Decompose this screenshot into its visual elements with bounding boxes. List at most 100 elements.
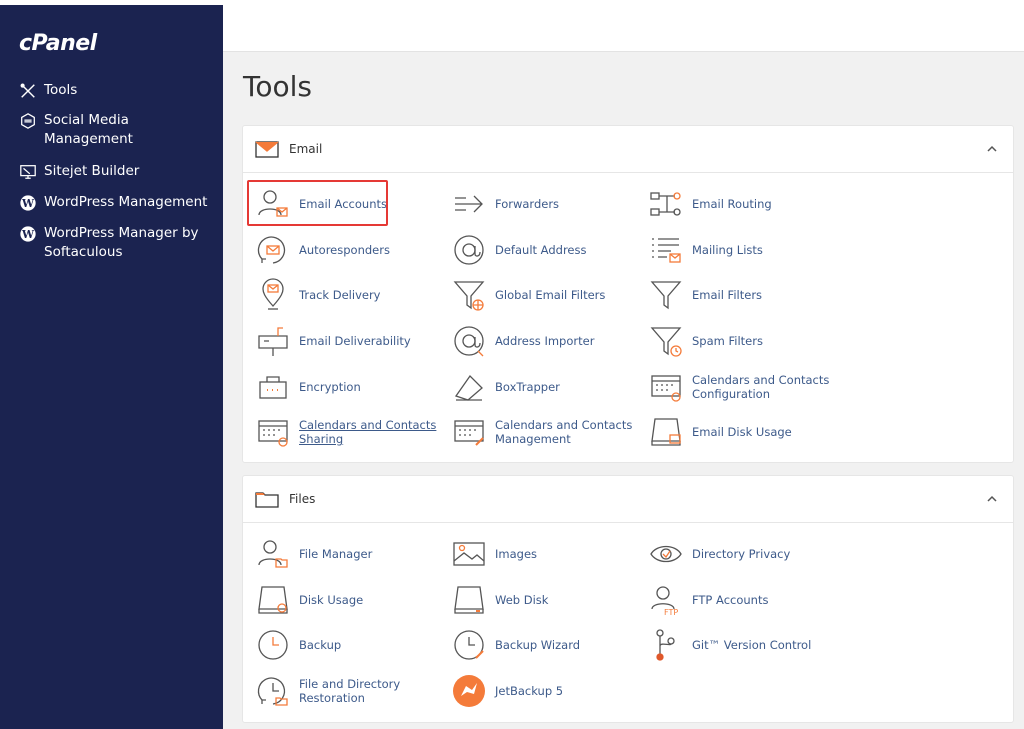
tool-label: Web Disk	[495, 593, 549, 607]
tool-email-disk-usage[interactable]: Email Disk Usage	[648, 414, 792, 450]
forwarders-icon	[451, 186, 487, 222]
tool-label: Address Importer	[495, 334, 595, 348]
top-bar	[223, 5, 1024, 52]
email-deliverability-icon	[255, 323, 291, 359]
svg-text:W: W	[21, 228, 35, 241]
wordpress-icon: W	[18, 224, 38, 244]
sidebar-item-label: Sitejet Builder	[44, 163, 140, 179]
tool-git-version-control[interactable]: Git™ Version Control	[648, 627, 811, 663]
page-title: Tools	[243, 70, 312, 103]
cpanel-logo[interactable]: cPanel	[19, 31, 97, 56]
sidebar-item-sitejet[interactable]: Sitejet Builder	[18, 162, 218, 182]
sidebar-item-label: Tools	[44, 82, 78, 98]
files-panel-header[interactable]: Files	[243, 476, 1013, 523]
tool-disk-usage[interactable]: Disk Usage	[255, 582, 363, 618]
tool-label: Track Delivery	[299, 288, 381, 302]
tool-label: Email Disk Usage	[692, 425, 792, 439]
envelope-icon	[255, 140, 279, 158]
tool-calendars-management[interactable]: Calendars and Contacts Management	[451, 414, 632, 450]
tool-web-disk[interactable]: Web Disk	[451, 582, 548, 618]
disk-usage-icon	[255, 582, 291, 618]
web-disk-icon	[451, 582, 487, 618]
file-manager-icon	[255, 536, 291, 572]
tool-address-importer[interactable]: Address Importer	[451, 323, 594, 359]
encryption-icon	[255, 369, 291, 405]
images-icon	[451, 536, 487, 572]
tool-label: BoxTrapper	[495, 380, 560, 394]
tool-label: Mailing Lists	[692, 243, 763, 257]
tool-label: Spam Filters	[692, 334, 763, 348]
sidebar-item-wordpress-softaculous[interactable]: W WordPress Manager by Softaculous	[18, 224, 218, 262]
sitejet-icon	[18, 162, 38, 182]
autoresponders-icon	[255, 232, 291, 268]
tool-label: Email Routing	[692, 197, 772, 211]
tool-file-manager[interactable]: File Manager	[255, 536, 372, 572]
tool-email-routing[interactable]: Email Routing	[648, 186, 772, 222]
email-panel-header[interactable]: Email	[243, 126, 1013, 173]
calendar-management-icon	[451, 414, 487, 450]
tool-jetbackup[interactable]: JetBackup 5	[451, 673, 563, 709]
calendar-config-icon	[648, 369, 684, 405]
tool-ftp-accounts[interactable]: FTP FTP Accounts	[648, 582, 768, 618]
email-section-title: Email	[289, 142, 323, 156]
tool-boxtrapper[interactable]: BoxTrapper	[451, 369, 560, 405]
chevron-up-icon[interactable]	[985, 142, 999, 156]
tool-file-restoration[interactable]: File and Directory Restoration	[255, 673, 400, 709]
tool-label: Calendars and Contacts Sharing	[299, 418, 437, 446]
files-section-title: Files	[289, 492, 316, 506]
sidebar-item-label: Social Media Management	[44, 112, 133, 147]
tool-label: Backup	[299, 638, 342, 652]
tool-label: Default Address	[495, 243, 587, 257]
sidebar: cPanel Tools Social Media Management Sit…	[0, 5, 223, 729]
calendar-sharing-icon	[255, 414, 291, 450]
tool-label: File and Directory Restoration	[299, 677, 401, 705]
spam-filters-icon	[648, 323, 684, 359]
backup-wizard-icon	[451, 627, 487, 663]
backup-icon	[255, 627, 291, 663]
email-accounts-highlight	[247, 180, 388, 226]
tool-label: Autoresponders	[299, 243, 390, 257]
tool-global-email-filters[interactable]: Global Email Filters	[451, 277, 605, 313]
tool-default-address[interactable]: Default Address	[451, 232, 586, 268]
chevron-up-icon[interactable]	[985, 492, 999, 506]
default-address-icon	[451, 232, 487, 268]
sidebar-item-label: WordPress Management	[44, 194, 208, 210]
tool-images[interactable]: Images	[451, 536, 537, 572]
email-routing-icon	[648, 186, 684, 222]
tool-label: Images	[495, 547, 538, 561]
tool-label: Email Filters	[692, 288, 763, 302]
tool-label: Email Deliverability	[299, 334, 411, 348]
svg-text:FTP: FTP	[664, 608, 678, 617]
tool-backup-wizard[interactable]: Backup Wizard	[451, 627, 580, 663]
svg-text:W: W	[21, 197, 35, 210]
tool-mailing-lists[interactable]: Mailing Lists	[648, 232, 763, 268]
social-media-icon	[18, 111, 38, 131]
sidebar-item-tools[interactable]: Tools	[18, 81, 218, 101]
tool-label: Calendars and Contacts Configuration	[692, 373, 830, 401]
directory-privacy-icon	[648, 536, 684, 572]
sidebar-item-social-media[interactable]: Social Media Management	[18, 111, 218, 149]
tool-spam-filters[interactable]: Spam Filters	[648, 323, 763, 359]
ftp-accounts-icon: FTP	[648, 582, 684, 618]
tool-track-delivery[interactable]: Track Delivery	[255, 277, 380, 313]
email-filters-icon	[648, 277, 684, 313]
tool-label: Git™ Version Control	[692, 638, 812, 652]
tool-backup[interactable]: Backup	[255, 627, 341, 663]
tool-forwarders[interactable]: Forwarders	[451, 186, 559, 222]
tool-label: Global Email Filters	[495, 288, 606, 302]
tool-autoresponders[interactable]: Autoresponders	[255, 232, 390, 268]
tool-email-filters[interactable]: Email Filters	[648, 277, 762, 313]
global-email-filters-icon	[451, 277, 487, 313]
boxtrapper-icon	[451, 369, 487, 405]
tool-label: Disk Usage	[299, 593, 364, 607]
tool-calendars-configuration[interactable]: Calendars and Contacts Configuration	[648, 369, 829, 405]
tool-directory-privacy[interactable]: Directory Privacy	[648, 536, 790, 572]
folder-icon	[255, 490, 279, 508]
sidebar-item-wordpress-management[interactable]: W WordPress Management	[18, 193, 218, 213]
tool-encryption[interactable]: Encryption	[255, 369, 361, 405]
tool-label: Calendars and Contacts Management	[495, 418, 633, 446]
tool-email-deliverability[interactable]: Email Deliverability	[255, 323, 411, 359]
tool-label: File Manager	[299, 547, 373, 561]
tool-label: JetBackup 5	[495, 684, 564, 698]
tool-calendars-sharing[interactable]: Calendars and Contacts Sharing	[255, 414, 436, 450]
